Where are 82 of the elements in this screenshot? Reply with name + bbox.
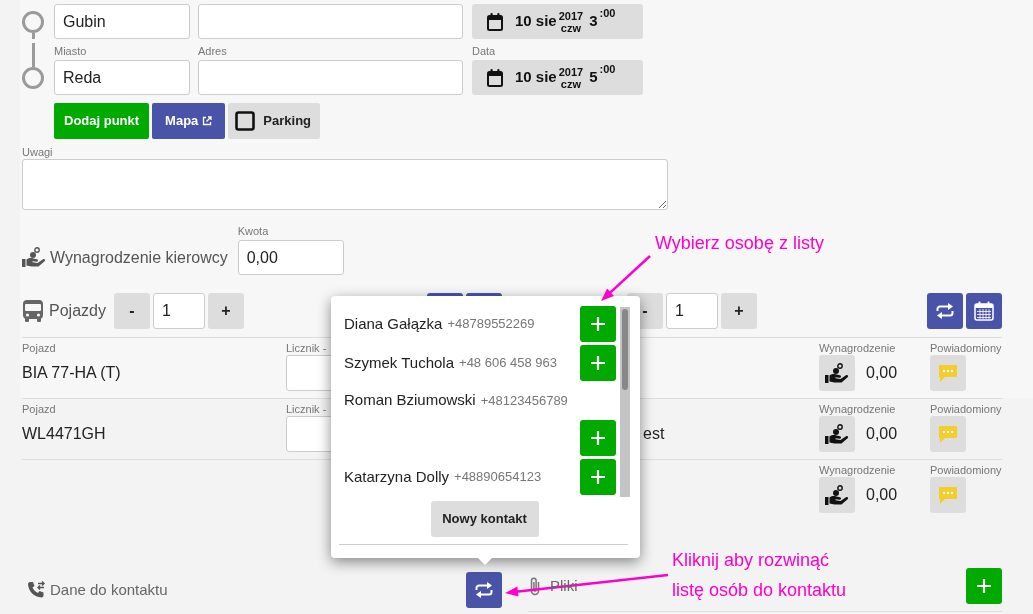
swap-icon [936,303,954,319]
field-label: Wynagrodzenie [819,402,896,416]
vehicle-name: WL4471GH [22,424,106,444]
plus-icon [976,578,992,594]
contact-name: Diana Gałązka [344,313,443,334]
pay-button[interactable] [819,416,855,452]
contact-name: Szymek Tuchola [344,352,455,373]
calendar-icon [487,12,503,31]
chat-icon [938,363,958,383]
field-label: Adres [198,44,227,59]
pay-button[interactable] [819,355,855,391]
field-label: Wynagrodzenie [819,463,896,477]
map-button[interactable]: Mapa [152,103,226,139]
swap-button[interactable] [466,572,502,608]
field-label: Pojazd [22,341,56,355]
section-label: Wynagrodzenie kierowcy [50,248,228,268]
plus-icon [590,316,606,332]
calendar-icon [974,301,994,321]
decrement-button[interactable]: - [114,293,150,329]
field-label: Uwagi [22,146,53,159]
count-input[interactable]: 1 [666,293,718,329]
city-input[interactable]: Gubin [54,4,190,39]
contact-phone: +48890654123 [454,468,542,487]
plus-icon [590,469,606,485]
add-contact-button[interactable] [580,306,616,342]
paperclip-icon [528,576,542,596]
hand-coins-icon [22,247,46,268]
scrollbar-thumb[interactable] [622,309,628,390]
field-label: Powiadomiony [930,463,1002,477]
field-label: Miasto [54,44,87,59]
count-input[interactable]: 1 [153,293,205,329]
calendar-button[interactable] [966,293,1002,329]
vehicle-name: BIA 77-HA (T) [22,363,121,383]
section-label: Pojazdy [49,301,106,321]
field-label: Data [472,44,496,59]
field-label: Powiadomiony [930,341,1002,355]
pay-button[interactable] [819,477,855,513]
city-input[interactable]: Reda [54,60,190,95]
chat-icon [938,485,958,505]
parking-button[interactable]: Parking [228,103,321,139]
add-contact-button[interactable] [580,420,616,456]
annotation-arrow [601,255,651,301]
field-label: Kwota [237,224,269,239]
calendar-icon [487,68,503,87]
amount-input[interactable]: 0,00 [237,240,344,275]
section-label: Dane do kontaktu [50,579,168,600]
add-contact-button[interactable] [580,459,616,495]
pay-amount: 0,00 [866,424,898,444]
cell-text: est [643,424,665,444]
field-label: Wynagrodzenie [819,341,896,355]
increment-button[interactable]: + [721,293,757,329]
scrollbar-track[interactable] [620,307,630,497]
chat-icon [938,424,958,444]
external-link-icon [202,116,213,126]
increment-button[interactable]: + [208,293,244,329]
address-input[interactable] [198,60,463,95]
contact-name: Roman Bziumowski [344,390,476,411]
contact-phone: +48789552269 [447,315,535,334]
swap-icon [475,582,493,598]
field-label: Powiadomiony [930,402,1002,416]
annotation-text: Wybierz osobę z listy [655,232,824,255]
contact-phone: +48 606 458 963 [459,354,557,373]
phone-icon [26,580,46,600]
contact-name: Katarzyna Dolly [344,466,450,487]
contact-phone: +48123456789 [480,391,568,410]
annotation-text: Kliknij aby rozwinąć listę osób do kontaktu [672,549,847,602]
pay-amount: 0,00 [866,363,898,383]
address-input[interactable] [198,4,463,39]
swap-button[interactable] [927,293,963,329]
hand-coins-icon [825,484,849,506]
notes-textarea[interactable] [22,159,668,210]
plus-icon [590,430,606,446]
field-label: Licznik - [286,402,327,416]
plus-icon [590,355,606,371]
field-label: Pojazd [22,402,56,416]
pay-amount: 0,00 [866,485,898,505]
hand-coins-icon [825,362,849,384]
hand-coins-icon [825,423,849,445]
new-contact-button[interactable]: Nowy kontakt [430,501,539,537]
field-label: Licznik - [286,341,327,355]
add-contact-button[interactable] [580,345,616,381]
add-file-button[interactable] [966,568,1002,604]
